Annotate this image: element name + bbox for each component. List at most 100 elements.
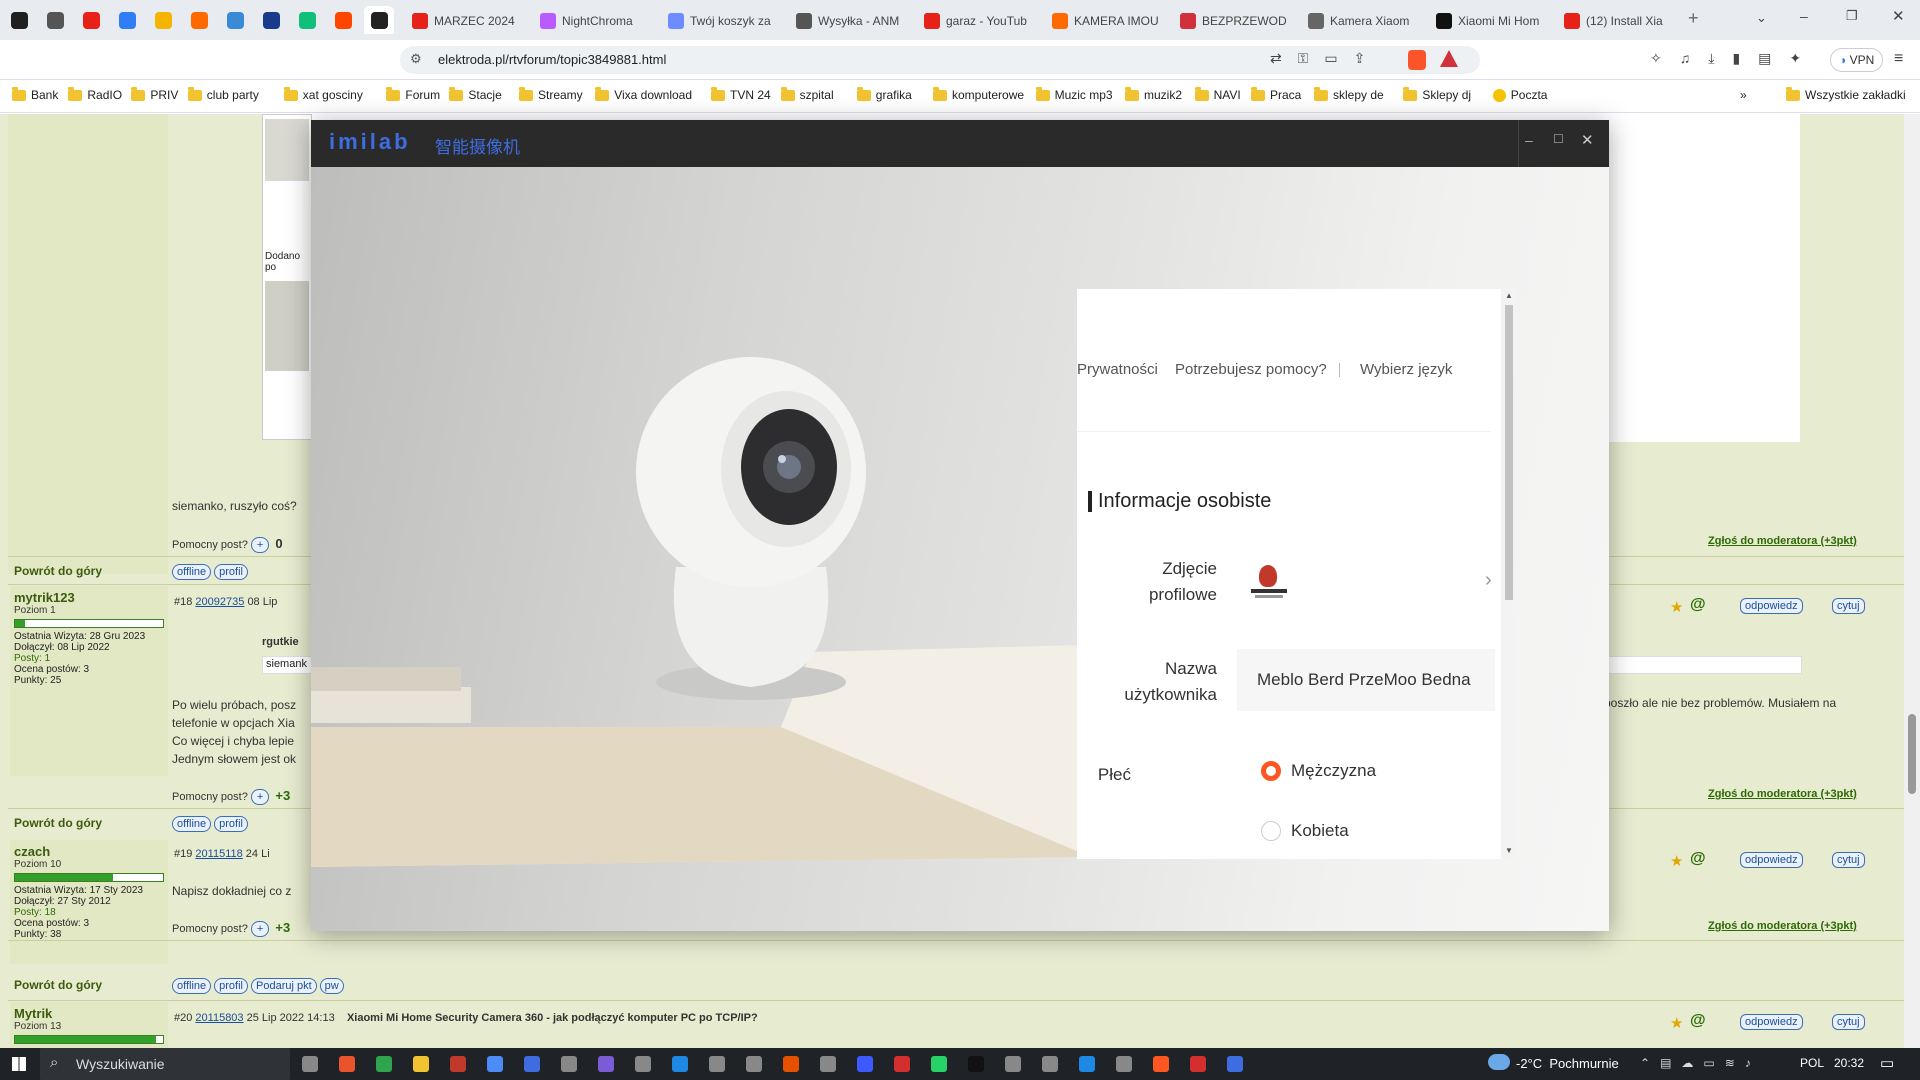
back-to-top-link[interactable]: Powrót do góry (14, 564, 102, 578)
sidebar-icon[interactable]: ▮ (1732, 50, 1740, 67)
browser-tab[interactable]: MARZEC 2024 (404, 6, 528, 36)
panel-scrollbar-thumb[interactable] (1505, 305, 1513, 600)
rewards-icon[interactable] (1440, 50, 1458, 67)
clock[interactable]: 20:32 (1834, 1056, 1864, 1070)
back-to-top-link[interactable]: Powrót do góry (14, 816, 102, 830)
taskbar-app-icon[interactable] (931, 1056, 947, 1072)
bookmark-item[interactable]: NAVI (1194, 86, 1241, 102)
taskbar-app-icon[interactable] (598, 1056, 614, 1072)
vpn-button[interactable]: ◑ VPN (1830, 48, 1884, 72)
bookmark-item[interactable]: Forum (386, 86, 440, 102)
pinned-tab[interactable] (364, 6, 394, 34)
chevron-up-icon[interactable]: ⌃ (1640, 1056, 1650, 1070)
brave-shield-icon[interactable] (1408, 50, 1426, 70)
mention-icon[interactable]: @ (1690, 1012, 1706, 1030)
profile-photo[interactable] (1245, 561, 1293, 609)
browser-tab[interactable]: NightChroma (532, 6, 656, 36)
pinned-tab[interactable] (256, 6, 286, 34)
bookmark-item[interactable]: PRIV (131, 86, 178, 102)
helpful-plus-button[interactable]: + (250, 789, 270, 805)
gender-radio-female[interactable] (1261, 821, 1281, 841)
language-indicator[interactable]: POL (1800, 1056, 1824, 1070)
taskbar-search[interactable]: ⌕ Wyszukiwanie (40, 1048, 290, 1080)
bookmark-item[interactable]: grafika (856, 86, 912, 102)
bookmark-item[interactable]: club party (187, 86, 259, 102)
new-tab-icon[interactable]: + (1688, 8, 1699, 29)
profile-button[interactable]: profil (214, 564, 248, 580)
gender-radio-male[interactable] (1261, 761, 1281, 781)
pinned-tab[interactable] (76, 6, 106, 34)
pinned-tab[interactable] (220, 6, 250, 34)
browser-tab[interactable]: Twój koszyk za (660, 6, 784, 36)
privacy-link[interactable]: Prywatności (1077, 361, 1158, 378)
translate-icon[interactable]: ⇄ (1270, 50, 1282, 67)
taskbar-app-icon[interactable] (709, 1056, 725, 1072)
browser-tab[interactable]: KAMERA IMOU (1044, 6, 1168, 36)
help-link[interactable]: Potrzebujesz pomocy? (1175, 361, 1327, 378)
pinned-tab[interactable] (112, 6, 142, 34)
taskbar-app-icon[interactable] (413, 1056, 429, 1072)
dialog-maximize-icon[interactable]: ☐ (1553, 132, 1564, 146)
panel-scrollbar[interactable]: ▲ ▼ (1501, 289, 1517, 859)
taskbar-app-icon[interactable] (561, 1056, 577, 1072)
taskbar-app-icon[interactable] (487, 1056, 503, 1072)
pinned-tab[interactable] (184, 6, 214, 34)
cast-icon[interactable]: ▭ (1324, 50, 1337, 67)
bookmark-item[interactable]: Poczta (1492, 88, 1547, 102)
back-to-top-link[interactable]: Powrót do góry (14, 978, 102, 992)
bookmark-item[interactable]: Stacje (449, 86, 502, 102)
taskbar-app-icon[interactable] (635, 1056, 651, 1072)
pm-button[interactable]: pw (319, 978, 344, 994)
weather-text[interactable]: -2°C Pochmurnie (1516, 1056, 1619, 1071)
language-link[interactable]: Wybierz język (1360, 361, 1452, 378)
taskbar-app-icon[interactable] (450, 1056, 466, 1072)
bookmark-item[interactable]: komputerowe (933, 86, 1024, 102)
key-icon[interactable]: ⚿ (1298, 50, 1309, 67)
post-id-link[interactable]: 20092735 (195, 596, 244, 608)
taskbar-app-icon[interactable] (1042, 1056, 1058, 1072)
page-scrollbar-thumb[interactable] (1908, 714, 1916, 794)
profile-button[interactable]: profil (214, 978, 248, 994)
bookmark-item[interactable]: Bank (12, 86, 58, 102)
taskbar-app-icon[interactable] (524, 1056, 540, 1072)
post-id-link[interactable]: 20115803 (195, 1012, 243, 1024)
browser-tab[interactable]: Kamera Xiaom (1300, 6, 1424, 36)
menu-icon[interactable]: ≡ (1894, 50, 1903, 68)
pinned-tab[interactable] (328, 6, 358, 34)
reply-button[interactable]: odpowiedz (1740, 852, 1803, 868)
bookmark-item[interactable]: xat gosciny (283, 86, 363, 102)
more-bookmarks-icon[interactable]: » (1740, 88, 1747, 102)
taskbar-app-icon[interactable] (857, 1056, 873, 1072)
cloud-icon[interactable]: ☁ (1681, 1056, 1693, 1070)
pinned-tab[interactable] (292, 6, 322, 34)
username[interactable]: mytrik123 (14, 590, 164, 605)
bookmark-item[interactable]: Praca (1251, 86, 1301, 102)
taskbar-app-icon[interactable] (820, 1056, 836, 1072)
taskbar-app-icon[interactable] (1153, 1056, 1169, 1072)
page-scrollbar[interactable] (1904, 114, 1920, 1052)
star-icon[interactable]: ★ (1670, 852, 1683, 870)
wifi-icon[interactable]: ≋ (1725, 1056, 1735, 1070)
taskbar-app-icon[interactable] (302, 1056, 318, 1072)
browser-tab[interactable]: Wysyłka - ANM (788, 6, 912, 36)
taskbar-app-icon[interactable] (894, 1056, 910, 1072)
posts-count[interactable]: Posty: 18 (14, 907, 164, 918)
taskbar-app-icon[interactable] (672, 1056, 688, 1072)
battery-icon[interactable]: ▭ (1703, 1056, 1714, 1070)
restore-icon[interactable]: ❐ (1846, 8, 1858, 24)
report-link[interactable]: Zgłoś do moderatora (+3pkt) (1708, 788, 1857, 800)
taskbar-app-icon[interactable] (783, 1056, 799, 1072)
profile-button[interactable]: profil (214, 816, 248, 832)
bookmark-item[interactable]: Vixa download (595, 86, 692, 102)
mention-icon[interactable]: @ (1690, 596, 1706, 614)
post-id-link[interactable]: 20115118 (195, 848, 242, 860)
offline-button[interactable]: offline (172, 564, 212, 580)
close-icon[interactable]: ✕ (1892, 7, 1905, 25)
taskbar-app-icon[interactable] (1190, 1056, 1206, 1072)
bookmark-item[interactable]: sklepy de (1314, 86, 1384, 102)
taskbar-app-icon[interactable] (1116, 1056, 1132, 1072)
star-icon[interactable]: ★ (1670, 598, 1683, 616)
all-bookmarks[interactable]: Wszystkie zakładki (1786, 86, 1906, 102)
offline-button[interactable]: offline (172, 978, 212, 994)
taskbar-app-icon[interactable] (1227, 1056, 1243, 1072)
